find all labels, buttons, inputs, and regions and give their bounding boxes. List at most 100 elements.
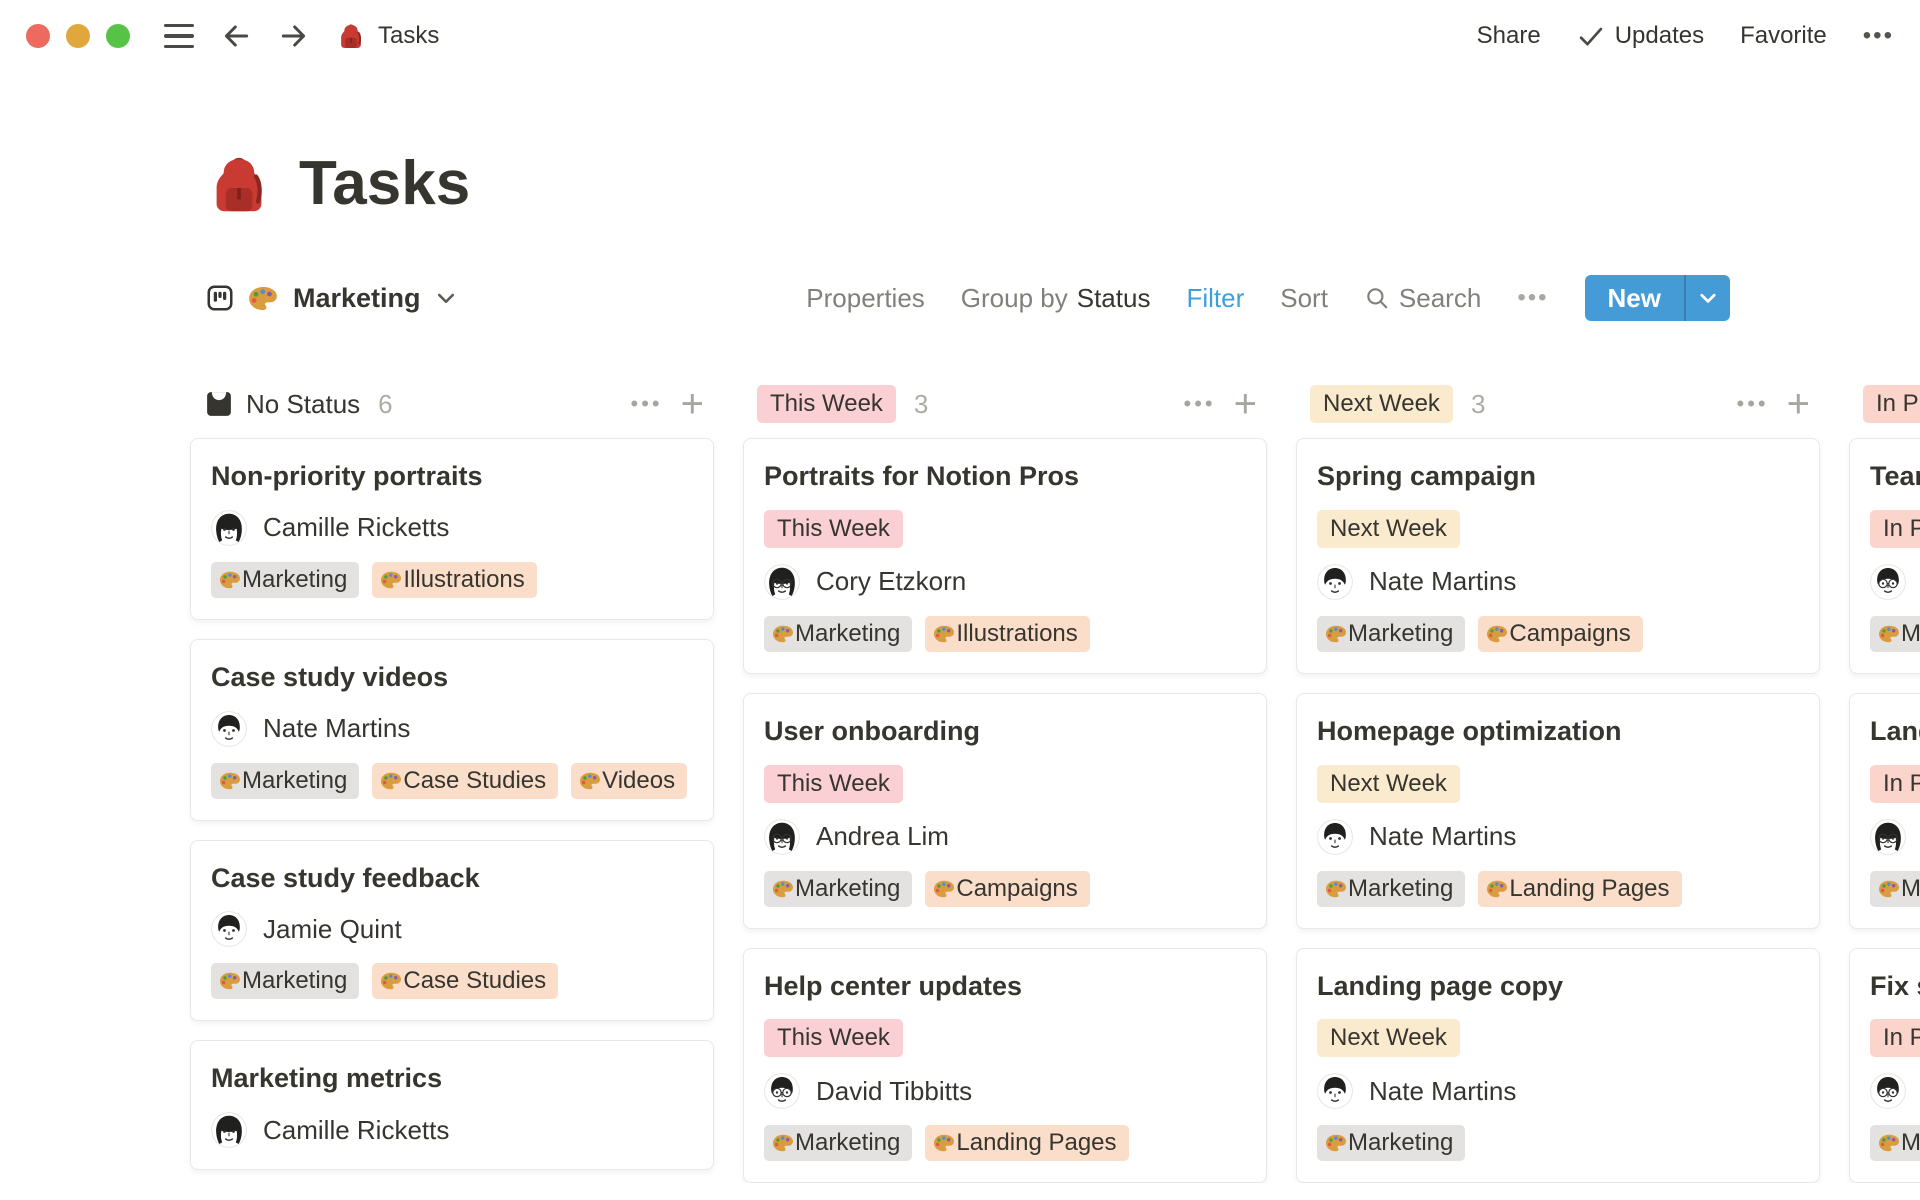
column-header: No Status 6 ••• + — [190, 384, 714, 424]
avatar — [1870, 564, 1906, 600]
task-card[interactable]: Fix s In P DM — [1849, 947, 1920, 1184]
palette-icon — [1325, 625, 1347, 643]
view-name: Marketing — [293, 282, 421, 313]
task-card[interactable]: Case study videos Nate Martins Marketing Ca… — [190, 638, 714, 821]
properties-button[interactable]: Properties — [806, 283, 925, 314]
card-title: Non-priority portraits — [211, 461, 483, 492]
palette-icon — [380, 772, 402, 790]
board-column: This Week 3 ••• + Portraits for Notion Pros T… — [743, 384, 1267, 1184]
column-add-icon[interactable]: + — [1234, 384, 1257, 424]
task-card[interactable]: Case study feedback Jamie Quint Marketing C… — [190, 839, 714, 1022]
task-card[interactable]: Spring campaign Next Week Nate Martins Mark… — [1296, 438, 1820, 674]
task-card[interactable]: Land In P C MLa — [1849, 692, 1920, 929]
column-more-icon[interactable]: ••• — [1184, 391, 1216, 417]
card-title: Marketing metrics — [211, 1063, 443, 1094]
column-title[interactable]: No Status — [246, 389, 360, 420]
tag-label: Illustrations — [956, 619, 1078, 647]
task-card[interactable]: User onboarding This Week Andrea Lim Market… — [743, 692, 1267, 929]
share-button[interactable]: Share — [1477, 22, 1541, 50]
tag-label: M — [1901, 619, 1920, 647]
card-person: Nate Martins — [1317, 564, 1516, 600]
task-card[interactable]: Marketing metrics Camille Ricketts — [190, 1040, 714, 1171]
card-person: Jamie Quint — [211, 911, 402, 948]
tag-label: Marketing — [242, 565, 348, 593]
card-title: Portraits for Notion Pros — [764, 461, 1080, 492]
person-name: Camille Ricketts — [263, 512, 450, 543]
menu-icon[interactable] — [164, 23, 194, 49]
tag-label: Landing Pages — [956, 1129, 1117, 1157]
forward-arrow-icon[interactable] — [278, 20, 310, 52]
new-button[interactable]: New — [1584, 275, 1730, 322]
palette-icon — [380, 972, 402, 990]
filter-button[interactable]: Filter — [1186, 283, 1244, 314]
person-name: Andrea Lim — [816, 821, 949, 852]
close-window-icon[interactable] — [26, 24, 50, 48]
tag-label: M — [1901, 874, 1920, 902]
card-title: Help center updates — [764, 970, 1023, 1001]
palette-icon — [933, 880, 955, 898]
view-switcher[interactable]: Marketing — [205, 283, 458, 314]
page-title[interactable]: Tasks — [299, 149, 470, 218]
page-backpack-icon[interactable] — [205, 150, 273, 218]
search-button[interactable]: Search — [1364, 283, 1481, 314]
card-title: User onboarding — [764, 715, 981, 746]
view-more-icon[interactable]: ••• — [1517, 284, 1548, 312]
task-card[interactable]: Portraits for Notion Pros This Week Cory E… — [743, 438, 1267, 674]
back-arrow-icon[interactable] — [220, 20, 252, 52]
avatar — [211, 710, 247, 747]
palette-icon — [248, 286, 278, 311]
minimize-window-icon[interactable] — [66, 24, 90, 48]
favorite-button[interactable]: Favorite — [1740, 22, 1827, 50]
tag-label: Marketing — [1348, 619, 1454, 647]
avatar — [1317, 564, 1353, 600]
search-icon — [1364, 285, 1390, 311]
card-tags: MLa — [1870, 870, 1920, 907]
new-button-chevron-icon[interactable] — [1686, 275, 1730, 321]
column-add-icon[interactable]: + — [1787, 384, 1810, 424]
zoom-window-icon[interactable] — [106, 24, 130, 48]
tag-label: M — [1901, 1129, 1920, 1157]
tag: M — [1870, 870, 1920, 907]
tag-label: Landing Pages — [1509, 874, 1670, 902]
card-tags: M — [1870, 615, 1920, 652]
column-header: In Pr•••+ — [1849, 384, 1920, 424]
tag-label: Campaigns — [1509, 619, 1631, 647]
tag: Illustrations — [925, 615, 1090, 652]
column-title-badge[interactable]: This Week — [757, 385, 896, 424]
card-tags: Marketing — [1317, 1125, 1466, 1162]
breadcrumb[interactable]: Tasks — [336, 21, 439, 51]
column-count: 3 — [913, 388, 929, 419]
task-card[interactable]: Tear In P DM — [1849, 438, 1920, 674]
updates-button[interactable]: Updates — [1577, 22, 1704, 50]
group-by-button[interactable]: Group by Status — [961, 283, 1151, 314]
tag: Case Studies — [372, 762, 559, 799]
column-more-icon[interactable]: ••• — [631, 391, 663, 417]
avatar — [211, 510, 247, 546]
sort-button[interactable]: Sort — [1280, 283, 1328, 314]
column-more-icon[interactable]: ••• — [1737, 391, 1769, 417]
task-card[interactable]: Landing page copy Next Week Nate Martins Ma… — [1296, 947, 1820, 1184]
backpack-icon — [336, 21, 366, 51]
card-status-badge: In P — [1870, 764, 1920, 803]
card-title: Landing page copy — [1317, 970, 1564, 1001]
card-person: D — [1870, 1073, 1920, 1110]
task-card[interactable]: Non-priority portraits Camille Ricketts Ma… — [190, 438, 714, 620]
palette-icon — [219, 772, 241, 790]
card-status-badge: In P — [1870, 1019, 1920, 1058]
more-icon[interactable]: ••• — [1863, 22, 1894, 50]
task-card[interactable]: Help center updates This Week David Tibbit… — [743, 947, 1267, 1184]
task-card[interactable]: Homepage optimization Next Week Nate Marti… — [1296, 692, 1820, 929]
card-status-badge: This Week — [764, 764, 903, 803]
view-bar: Marketing Properties Group by Status Fil… — [0, 275, 1920, 322]
column-title-badge[interactable]: Next Week — [1310, 385, 1453, 424]
card-status-badge: This Week — [764, 509, 903, 548]
column-title-badge[interactable]: In Pr — [1863, 385, 1920, 424]
person-name: Nate Martins — [263, 713, 411, 744]
card-person: David Tibbitts — [764, 1073, 972, 1110]
avatar — [211, 1112, 247, 1149]
card-person: Nate Martins — [1317, 1073, 1517, 1110]
person-name: Nate Martins — [1369, 1075, 1517, 1106]
column-add-icon[interactable]: + — [681, 384, 704, 424]
card-status-badge: This Week — [764, 1019, 903, 1058]
tag: M — [1870, 615, 1920, 652]
